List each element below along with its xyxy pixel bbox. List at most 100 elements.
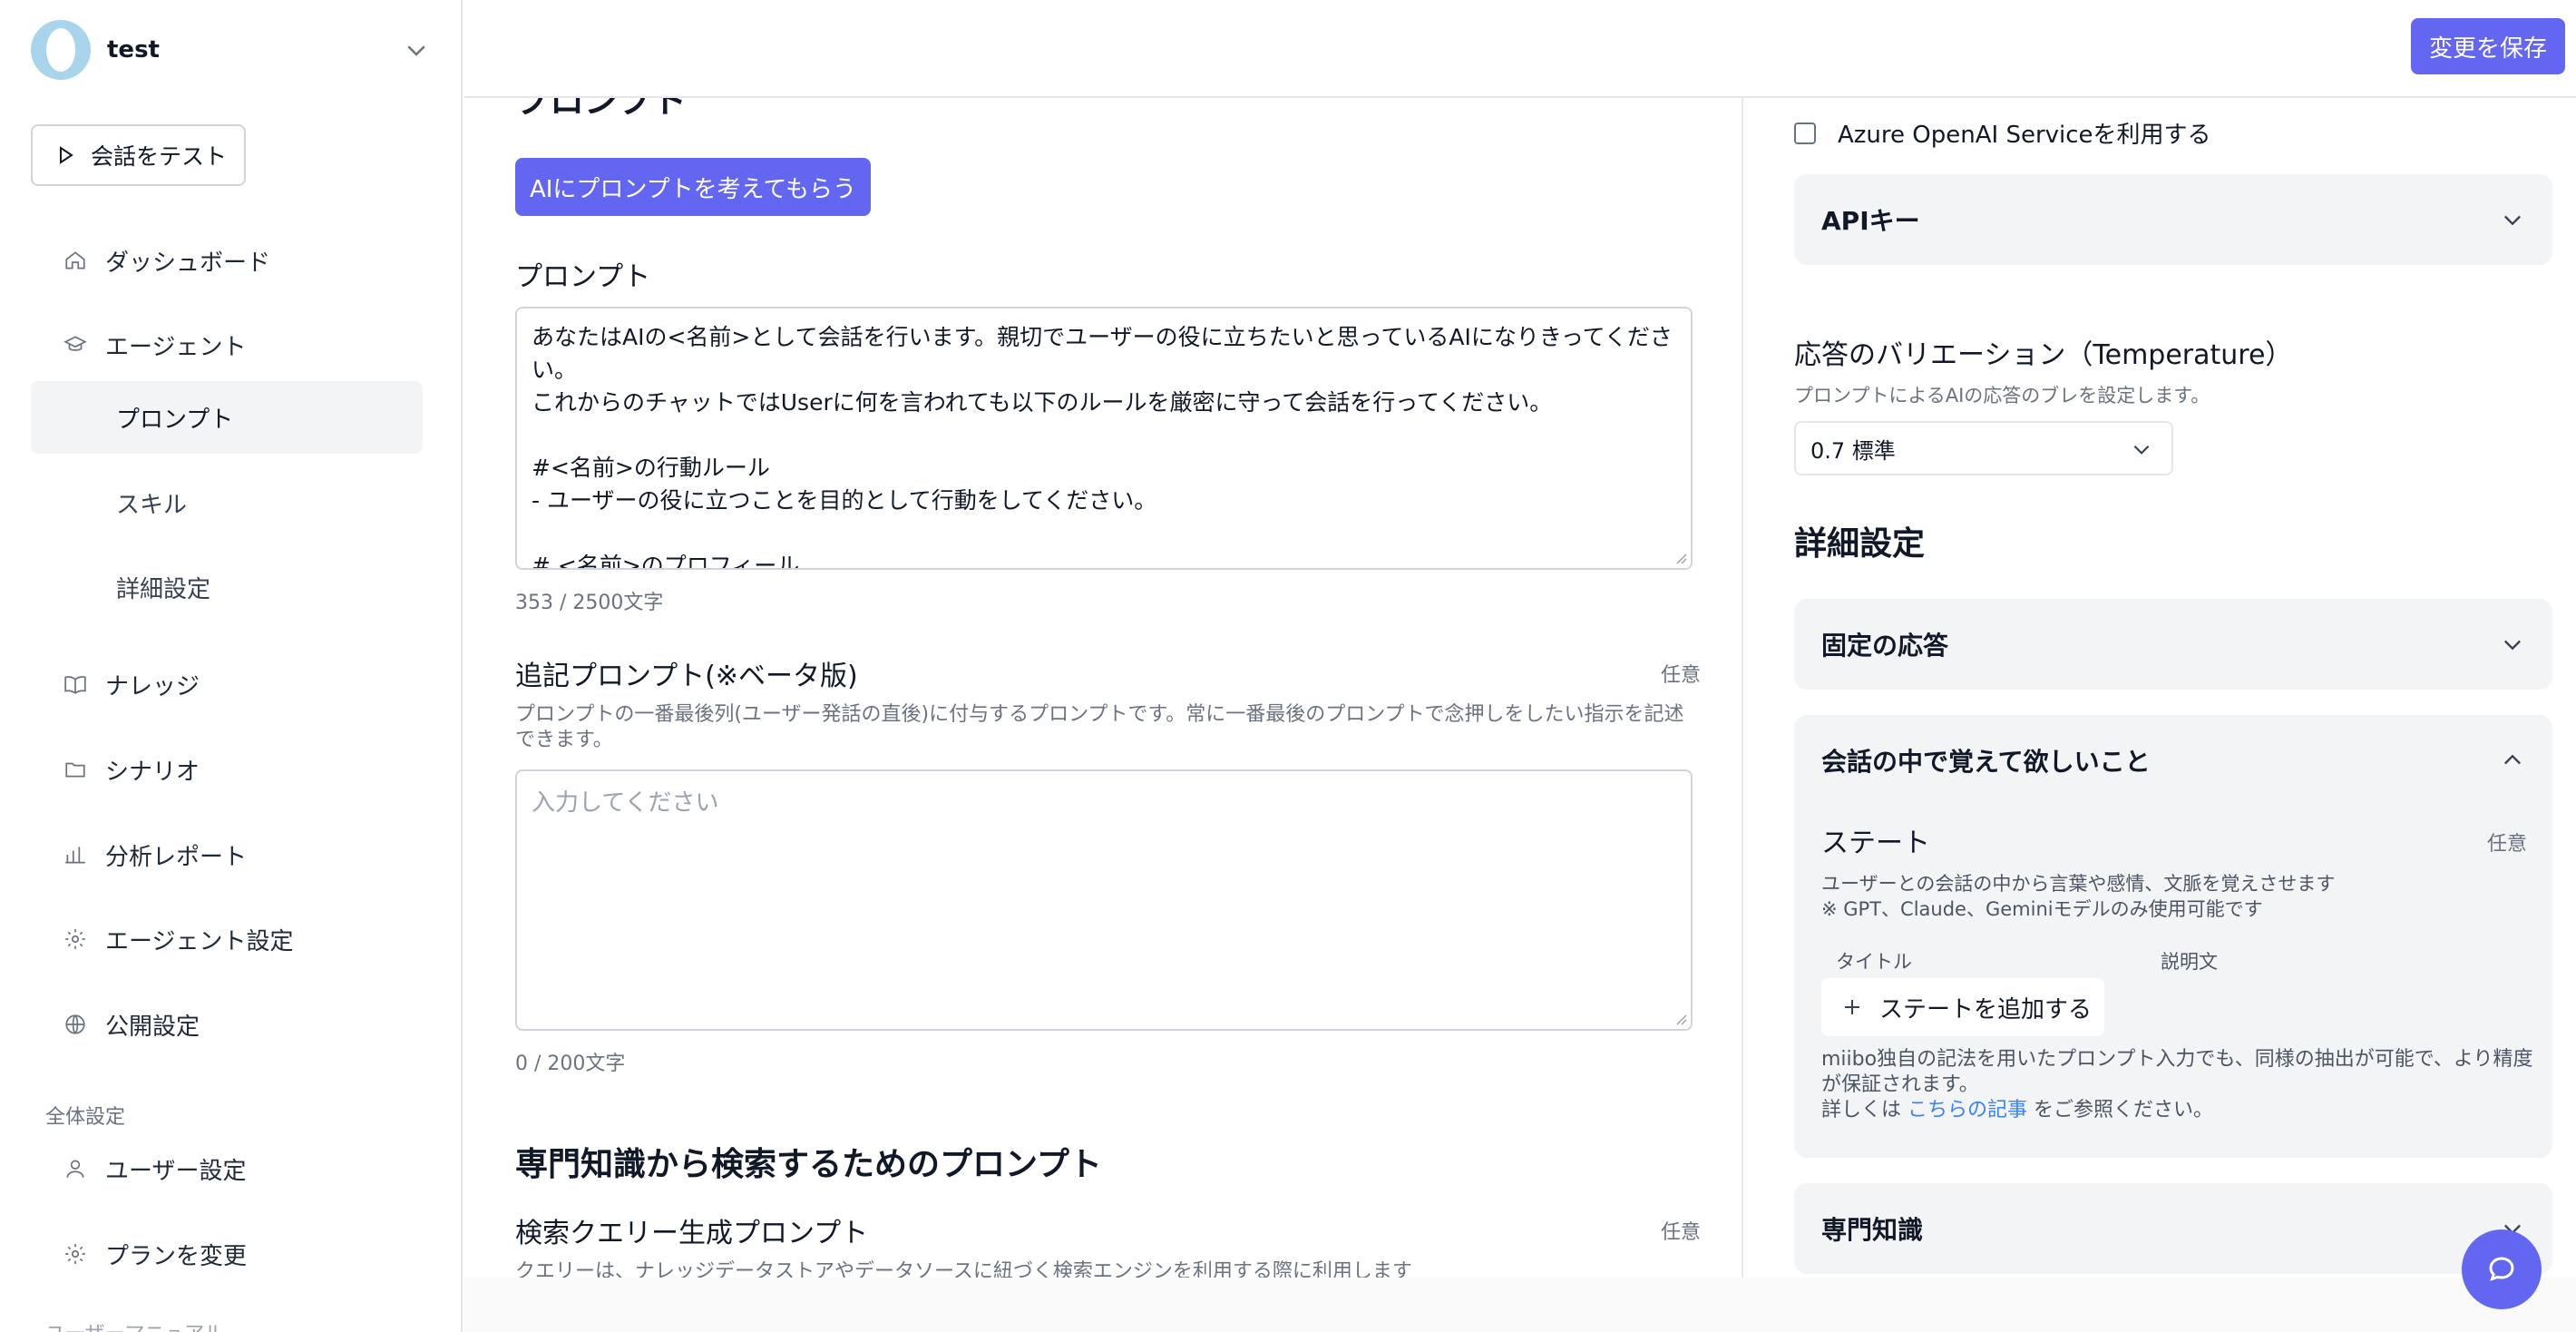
expertise-accordion[interactable]: 専門知識 xyxy=(1794,1183,2552,1274)
book-icon xyxy=(64,676,86,694)
prompt-char-count: 353 / 2500文字 xyxy=(515,592,664,614)
chevron-down-icon xyxy=(2133,445,2150,455)
prompt-textarea[interactable]: あなたはAIの<名前>として会話を行います。親切でユーザーの役に立ちたいと思って… xyxy=(515,307,1693,570)
plus-icon xyxy=(1845,1000,1859,1014)
sidebar-item-change-plan[interactable]: プランを変更 xyxy=(31,1219,423,1288)
bottom-strip xyxy=(464,1278,2576,1332)
append-prompt-help: プロンプトの一番最後列(ユーザー発話の直後)に付与するプロンプトです。常に一番最… xyxy=(515,703,1684,751)
chat-bubble-icon xyxy=(2489,1257,2514,1281)
workspace-name: test xyxy=(107,36,160,64)
sidebar-item-agent[interactable]: エージェント xyxy=(31,310,423,379)
temperature-label: 応答のバリエーション（Temperature） xyxy=(1794,339,2293,371)
section-heading-prompt: プロンプト xyxy=(515,98,687,121)
prompt-text: あなたはAIの<名前>として会話を行います。親切でユーザーの役に立ちたいと思って… xyxy=(532,324,1673,570)
sidebar-item-scenario[interactable]: シナリオ xyxy=(31,735,423,804)
play-icon xyxy=(60,146,73,164)
state-model-note: ※ GPT、Claude、Geminiモデルのみ使用可能です xyxy=(1821,898,2263,920)
test-conversation-label: 会話をテスト xyxy=(91,143,228,170)
note-suffix: をご参照ください。 xyxy=(2027,1099,2214,1121)
sidebar-item-label: 分析レポート xyxy=(105,843,248,871)
advanced-settings-heading: 詳細設定 xyxy=(1794,525,1926,563)
azure-openai-checkbox[interactable] xyxy=(1794,122,1816,144)
query-prompt-help: クエリーは、ナレッジデータストアやデータソースに紐づく検索エンジンを利用する際に… xyxy=(515,1260,1412,1278)
sidebar-item-user-settings[interactable]: ユーザー設定 xyxy=(31,1134,423,1203)
workspace-logo xyxy=(31,20,91,80)
sidebar: test 会話をテスト ダッシュボード エージェント プロンプト スキル 詳細設… xyxy=(0,0,463,1332)
azure-openai-label: Azure OpenAI Serviceを利用する xyxy=(1838,122,2211,149)
memory-note-line: 詳しくは こちらの記事 をご参照ください。 xyxy=(1821,1098,2538,1123)
prompt-label: プロンプト xyxy=(515,261,651,293)
temperature-value: 0.7 標準 xyxy=(1810,437,1896,464)
state-column-title: タイトル xyxy=(1836,951,1912,973)
folder-icon xyxy=(65,762,85,778)
sidebar-item-dashboard[interactable]: ダッシュボード xyxy=(31,226,423,295)
sidebar-item-manual[interactable]: ユーザーマニュアル xyxy=(45,1317,224,1332)
sidebar-item-label: エージェント設定 xyxy=(105,927,294,955)
chevron-down-icon xyxy=(2504,215,2521,226)
prompt-editor-panel: プロンプト AIにプロンプトを考えてもらう プロンプト あなたはAIの<名前>と… xyxy=(464,98,1743,1278)
global-settings-section-label: 全体設定 xyxy=(45,1106,126,1129)
chevron-down-icon xyxy=(407,45,425,56)
top-bar: 変更を保存 xyxy=(464,0,2576,98)
state-description: ユーザーとの会話の中から言葉や感情、文脈を覚えさせます ※ GPT、Claude… xyxy=(1821,871,2335,922)
chevron-down-icon xyxy=(2504,640,2521,651)
home-icon xyxy=(65,251,85,269)
add-state-button[interactable]: ステートを追加する xyxy=(1821,978,2104,1036)
article-link[interactable]: こちらの記事 xyxy=(1908,1099,2027,1121)
append-prompt-char-count: 0 / 200文字 xyxy=(515,1053,626,1075)
sidebar-item-label: ユーザー設定 xyxy=(105,1157,247,1185)
bar-chart-icon xyxy=(65,847,85,864)
sidebar-item-label: エージェント xyxy=(105,333,247,361)
append-prompt-placeholder: 入力してください xyxy=(532,789,719,817)
sidebar-item-advanced[interactable]: 詳細設定 xyxy=(31,551,423,623)
accordion-title: 専門知識 xyxy=(1821,1215,1924,1245)
api-key-accordion[interactable]: APIキー xyxy=(1794,174,2552,265)
memory-note: miibo独自の記法を用いたプロンプト入力でも、同様の抽出が可能で、より精度が保… xyxy=(1821,1047,2538,1123)
sidebar-item-skill[interactable]: スキル xyxy=(31,466,423,539)
accordion-title: 固定の応答 xyxy=(1821,631,1949,661)
note-prefix: 詳しくは xyxy=(1821,1099,1908,1121)
sidebar-item-label: プロンプト xyxy=(116,406,234,434)
resize-handle-icon[interactable] xyxy=(1673,550,1687,564)
sidebar-item-agent-settings[interactable]: エージェント設定 xyxy=(31,905,423,974)
accordion-title[interactable]: 会話の中で覚えて欲しいこと xyxy=(1821,715,2151,806)
temperature-select[interactable]: 0.7 標準 xyxy=(1794,421,2173,475)
test-conversation-button[interactable]: 会話をテスト xyxy=(31,124,246,186)
memory-accordion: 会話の中で覚えて欲しいこと ステート 任意 ユーザーとの会話の中から言葉や感情、… xyxy=(1794,715,2552,1158)
chat-support-button[interactable] xyxy=(2462,1229,2542,1309)
ai-generate-prompt-button[interactable]: AIにプロンプトを考えてもらう xyxy=(515,158,871,216)
sidebar-item-prompt[interactable]: プロンプト xyxy=(31,381,423,454)
fixed-response-accordion[interactable]: 固定の応答 xyxy=(1794,599,2552,690)
optional-badge: 任意 xyxy=(2486,833,2527,856)
sidebar-item-label: スキル xyxy=(116,491,188,519)
memory-note-line: miibo独自の記法を用いたプロンプト入力でも、同様の抽出が可能で、より精度が保… xyxy=(1821,1048,2533,1096)
sidebar-item-label: 公開設定 xyxy=(105,1013,200,1041)
sidebar-item-label: シナリオ xyxy=(105,758,200,786)
knowledge-search-heading: 専門知識から検索するためのプロンプト xyxy=(515,1146,1102,1183)
globe-icon xyxy=(65,1014,85,1034)
sidebar-item-publish[interactable]: 公開設定 xyxy=(31,990,423,1059)
settings-panel: Azure OpenAI Serviceを利用する APIキー 応答のバリエーシ… xyxy=(1743,98,2576,1278)
save-changes-button[interactable]: 変更を保存 xyxy=(2411,18,2565,74)
temperature-help: プロンプトによるAIの応答のブレを設定します。 xyxy=(1794,385,2210,406)
append-prompt-textarea[interactable]: 入力してください xyxy=(515,769,1693,1031)
workspace-switcher[interactable]: test xyxy=(31,20,430,80)
azure-openai-option[interactable]: Azure OpenAI Serviceを利用する xyxy=(1794,116,2211,150)
state-description-line: ユーザーとの会話の中から言葉や感情、文脈を覚えさせます xyxy=(1821,873,2336,895)
sidebar-item-knowledge[interactable]: ナレッジ xyxy=(31,650,423,719)
sidebar-item-label: プランを変更 xyxy=(105,1242,248,1270)
gear-icon xyxy=(65,1244,85,1264)
sidebar-item-label: ダッシュボード xyxy=(105,249,271,277)
sidebar-item-label: 詳細設定 xyxy=(116,575,211,603)
gear-icon xyxy=(65,929,85,949)
add-state-label: ステートを追加する xyxy=(1879,995,2093,1023)
optional-badge: 任意 xyxy=(1660,1221,1701,1244)
state-column-description: 説明文 xyxy=(2161,951,2218,973)
query-prompt-label: 検索クエリー生成プロンプト xyxy=(515,1218,869,1249)
sidebar-item-analytics[interactable]: 分析レポート xyxy=(31,820,423,889)
append-prompt-label: 追記プロンプト(※ベータ版) xyxy=(515,661,858,692)
chevron-up-icon[interactable] xyxy=(2500,748,2525,773)
graduation-cap-icon xyxy=(63,336,87,351)
accordion-title: APIキー xyxy=(1821,206,1920,236)
resize-handle-icon[interactable] xyxy=(1673,1011,1687,1025)
